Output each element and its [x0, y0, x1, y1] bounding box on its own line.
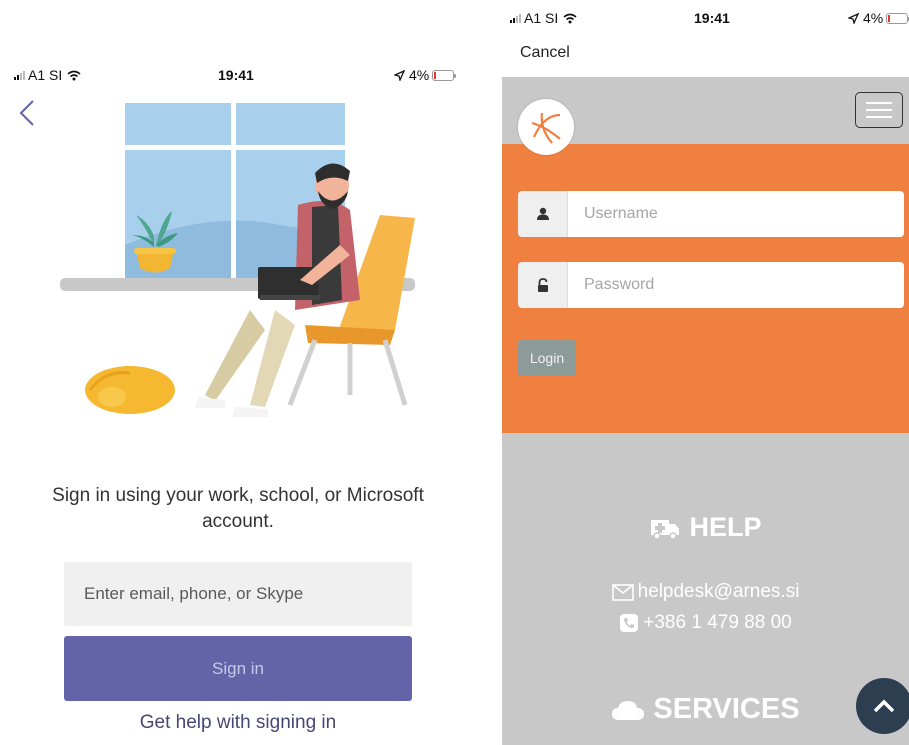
arnes-login-screen: A1 SI 19:41 4% Cancel Login — [502, 0, 909, 745]
envelope-icon — [611, 583, 634, 601]
sign-in-button[interactable]: Sign in — [64, 636, 412, 701]
back-button[interactable] — [16, 98, 40, 128]
clock: 19:41 — [218, 67, 254, 83]
status-bar: A1 SI 19:41 4% — [14, 63, 474, 87]
user-icon — [518, 191, 568, 237]
username-field — [518, 191, 904, 237]
helpdesk-email: helpdesk@arnes.si — [637, 581, 800, 602]
status-right: 4% — [848, 10, 909, 26]
clock: 19:41 — [694, 10, 730, 26]
menu-icon — [866, 102, 892, 104]
menu-button[interactable] — [855, 92, 903, 128]
battery-percent: 4% — [409, 67, 430, 83]
help-signing-in-link[interactable]: Get help with signing in — [64, 712, 412, 734]
wifi-icon — [563, 13, 577, 23]
email-input[interactable] — [64, 562, 412, 626]
lock-icon — [518, 262, 568, 308]
location-arrow-icon — [848, 12, 859, 24]
helpdesk-phone: +386 1 479 88 00 — [643, 612, 792, 633]
password-input[interactable] — [568, 262, 904, 308]
chevron-up-icon — [873, 699, 895, 713]
arnes-logo-icon — [531, 112, 561, 144]
carrier-label: A1 SI — [28, 67, 63, 83]
status-right: 4% — [394, 67, 457, 83]
helpdesk-email-link[interactable]: helpdesk@arnes.si — [502, 581, 909, 603]
helpdesk-phone-link[interactable]: +386 1 479 88 00 — [502, 612, 909, 634]
cloud-icon — [612, 700, 645, 720]
scroll-to-top-button[interactable] — [856, 678, 909, 734]
menu-icon-bar — [866, 116, 892, 118]
battery-icon — [432, 69, 457, 81]
username-input[interactable] — [568, 191, 904, 237]
arnes-logo[interactable] — [518, 99, 574, 155]
illustration — [60, 103, 415, 417]
services-heading: SERVICES — [502, 693, 909, 726]
ambulance-icon — [651, 519, 680, 540]
phone-icon — [620, 614, 639, 632]
battery-percent: 4% — [863, 10, 884, 26]
teams-signin-screen: A1 SI 19:41 4% Sign in using your work, … — [0, 0, 478, 745]
password-field — [518, 262, 904, 308]
signal-icon — [14, 70, 25, 80]
services-heading-text: SERVICES — [653, 693, 800, 725]
login-button[interactable]: Login — [518, 340, 576, 376]
wifi-icon — [67, 70, 81, 80]
cancel-button[interactable]: Cancel — [520, 44, 570, 62]
back-chevron-icon — [19, 100, 34, 126]
menu-icon-bar — [866, 109, 892, 111]
battery-icon — [886, 12, 909, 24]
help-heading-text: HELP — [689, 512, 762, 542]
signal-icon — [510, 13, 521, 23]
carrier-label: A1 SI — [524, 10, 559, 26]
location-arrow-icon — [394, 69, 405, 81]
signin-prompt: Sign in using your work, school, or Micr… — [52, 485, 424, 532]
status-bar-right: A1 SI 19:41 4% — [510, 6, 909, 30]
help-heading: HELP — [502, 512, 909, 543]
